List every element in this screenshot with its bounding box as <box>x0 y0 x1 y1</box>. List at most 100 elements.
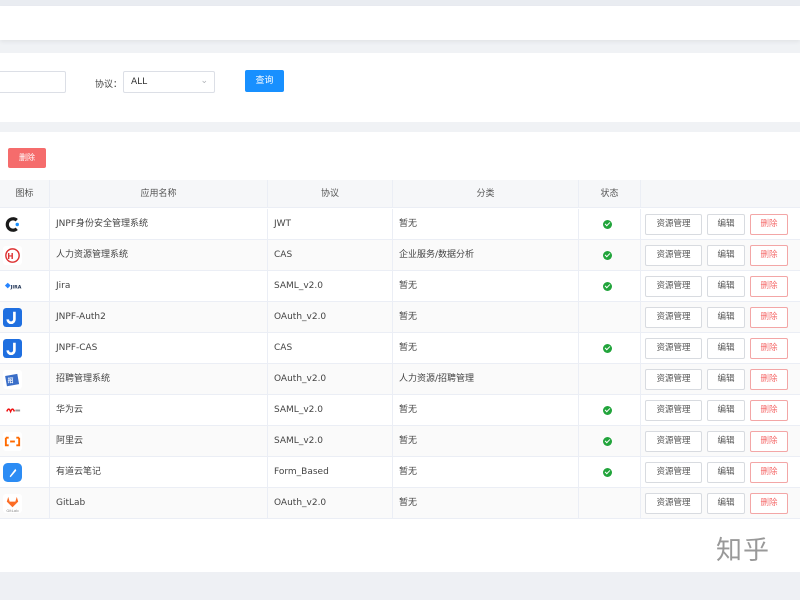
protocol-select-value: ALL <box>131 77 148 87</box>
protocol-select[interactable]: ALL ⌄ <box>123 71 215 93</box>
aliyun-icon <box>3 432 22 451</box>
query-button[interactable]: 查询 <box>245 70 284 92</box>
row-actions: 资源管理 编辑 删除 <box>641 426 800 457</box>
edit-button[interactable]: 编辑 <box>707 214 745 235</box>
delete-button[interactable]: 删除 <box>750 214 788 235</box>
batch-delete-button[interactable]: 删除 <box>8 148 46 168</box>
table-row: 阿里云 SAML_v2.0 暂无 资源管理 编辑 删除 <box>0 426 800 457</box>
status-enabled-icon <box>603 468 612 477</box>
col-header-protocol: 协议 <box>268 180 393 208</box>
app-category: 暂无 <box>393 395 579 426</box>
table-row: 华为云 SAML_v2.0 暂无 资源管理 编辑 删除 <box>0 395 800 426</box>
col-header-icon: 图标 <box>0 180 50 208</box>
resource-management-button[interactable]: 资源管理 <box>645 369 702 390</box>
app-category: 暂无 <box>393 333 579 364</box>
app-protocol: OAuth_v2.0 <box>268 488 393 519</box>
table-row: JIRA Jira SAML_v2.0 暂无 资源管理 编辑 删除 <box>0 271 800 302</box>
table-row: JNPF-Auth2 OAuth_v2.0 暂无 资源管理 编辑 删除 <box>0 302 800 333</box>
delete-button[interactable]: 删除 <box>750 307 788 328</box>
edit-button[interactable]: 编辑 <box>707 369 745 390</box>
app-status <box>579 271 641 302</box>
resource-management-button[interactable]: 资源管理 <box>645 338 702 359</box>
resource-management-button[interactable]: 资源管理 <box>645 245 702 266</box>
table-row: 招 招聘管理系统 OAuth_v2.0 人力资源/招聘管理 资源管理 编辑 删除 <box>0 364 800 395</box>
col-header-actions <box>641 180 800 208</box>
row-actions: 资源管理 编辑 删除 <box>641 302 800 333</box>
jira-icon: JIRA <box>3 277 22 296</box>
hr-icon: H <box>3 246 22 265</box>
app-status <box>579 209 641 240</box>
table-row: H 人力资源管理系统 CAS 企业服务/数据分析 资源管理 编辑 删除 <box>0 240 800 271</box>
youdao-note-icon <box>3 463 22 482</box>
edit-button[interactable]: 编辑 <box>707 245 745 266</box>
gitlab-icon: GitLab <box>3 494 22 513</box>
app-protocol: Form_Based <box>268 457 393 488</box>
app-name: 招聘管理系统 <box>50 364 268 395</box>
protocol-filter-label: 协议： <box>95 80 123 90</box>
app-status <box>579 364 641 395</box>
svg-text:GitLab: GitLab <box>6 508 19 513</box>
app-protocol: OAuth_v2.0 <box>268 364 393 395</box>
app-name: Jira <box>50 271 268 302</box>
app-icon-cell <box>0 426 50 457</box>
resource-management-button[interactable]: 资源管理 <box>645 400 702 421</box>
huawei-cloud-icon <box>3 401 22 420</box>
delete-button[interactable]: 删除 <box>750 369 788 390</box>
status-enabled-icon <box>603 251 612 260</box>
table-row: JNPF身份安全管理系统 JWT 暂无 资源管理 编辑 删除 <box>0 209 800 240</box>
header-card <box>0 6 800 40</box>
delete-button[interactable]: 删除 <box>750 338 788 359</box>
app-name: GitLab <box>50 488 268 519</box>
app-icon-cell: 招 <box>0 364 50 395</box>
resource-management-button[interactable]: 资源管理 <box>645 214 702 235</box>
app-protocol: SAML_v2.0 <box>268 395 393 426</box>
row-actions: 资源管理 编辑 删除 <box>641 364 800 395</box>
edit-button[interactable]: 编辑 <box>707 338 745 359</box>
edit-button[interactable]: 编辑 <box>707 493 745 514</box>
resource-management-button[interactable]: 资源管理 <box>645 276 702 297</box>
status-enabled-icon <box>603 406 612 415</box>
edit-button[interactable]: 编辑 <box>707 431 745 452</box>
delete-button[interactable]: 删除 <box>750 245 788 266</box>
app-name: JNPF身份安全管理系统 <box>50 209 268 240</box>
app-icon-cell <box>0 395 50 426</box>
resource-management-button[interactable]: 资源管理 <box>645 307 702 328</box>
svg-text:JIRA: JIRA <box>10 284 22 290</box>
delete-button[interactable]: 删除 <box>750 462 788 483</box>
app-name: JNPF-Auth2 <box>50 302 268 333</box>
app-category: 人力资源/招聘管理 <box>393 364 579 395</box>
edit-button[interactable]: 编辑 <box>707 462 745 483</box>
row-actions: 资源管理 编辑 删除 <box>641 333 800 364</box>
row-actions: 资源管理 编辑 删除 <box>641 271 800 302</box>
app-name: 阿里云 <box>50 426 268 457</box>
bottom-strip <box>0 572 800 600</box>
edit-button[interactable]: 编辑 <box>707 276 745 297</box>
app-protocol: SAML_v2.0 <box>268 271 393 302</box>
filter-panel: 协议： ALL ⌄ 查询 <box>0 53 800 122</box>
table-header: 图标 应用名称 协议 分类 状态 <box>0 180 800 208</box>
resource-management-button[interactable]: 资源管理 <box>645 493 702 514</box>
delete-button[interactable]: 删除 <box>750 431 788 452</box>
app-category: 暂无 <box>393 488 579 519</box>
col-header-name: 应用名称 <box>50 180 268 208</box>
jnpf-j-icon <box>3 339 22 358</box>
app-category: 暂无 <box>393 271 579 302</box>
status-enabled-icon <box>603 437 612 446</box>
delete-button[interactable]: 删除 <box>750 400 788 421</box>
svg-text:H: H <box>7 252 13 261</box>
delete-button[interactable]: 删除 <box>750 276 788 297</box>
delete-button[interactable]: 删除 <box>750 493 788 514</box>
resource-management-button[interactable]: 资源管理 <box>645 462 702 483</box>
app-icon-cell <box>0 209 50 240</box>
edit-button[interactable]: 编辑 <box>707 307 745 328</box>
resource-management-button[interactable]: 资源管理 <box>645 431 702 452</box>
app-protocol: CAS <box>268 333 393 364</box>
name-filter-input[interactable] <box>0 71 66 93</box>
chevron-down-icon: ⌄ <box>200 76 208 86</box>
edit-button[interactable]: 编辑 <box>707 400 745 421</box>
app-status <box>579 426 641 457</box>
table-row: GitLab GitLab OAuth_v2.0 暂无 资源管理 编辑 删除 <box>0 488 800 519</box>
app-status <box>579 488 641 519</box>
app-icon-cell: H <box>0 240 50 271</box>
app-status <box>579 457 641 488</box>
